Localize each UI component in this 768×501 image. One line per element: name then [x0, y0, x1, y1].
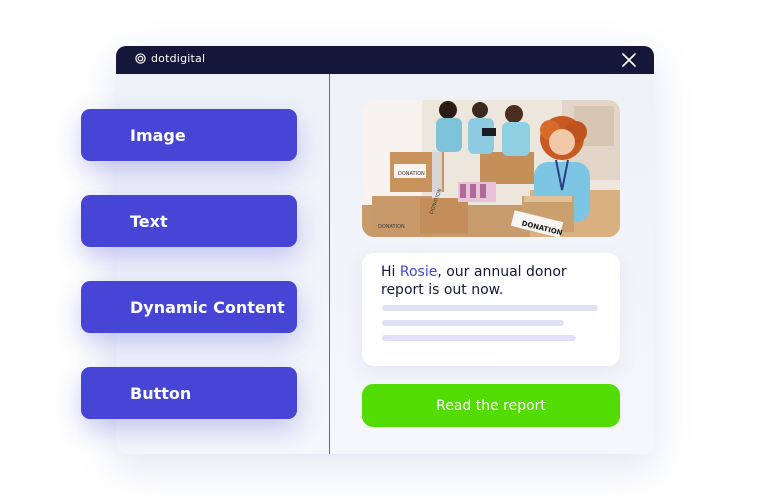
canvas: dotdigital Image Text Dynamic Content Bu… [0, 0, 768, 501]
image-block-button[interactable]: Image [81, 109, 297, 161]
dynamic-content-block-button[interactable]: Dynamic Content [81, 281, 297, 333]
text-block-button[interactable]: Text [81, 195, 297, 247]
window-titlebar: dotdigital [116, 46, 654, 74]
button-block-button[interactable]: Button [81, 367, 297, 419]
placeholder-line-3 [382, 335, 576, 341]
donation-label-bottom: DONATION [378, 224, 405, 230]
dotdigital-logo-icon [135, 53, 146, 64]
placeholder-line-1 [382, 305, 598, 311]
brand-name: dotdigital [151, 52, 206, 65]
close-icon[interactable] [622, 53, 636, 67]
donation-label-left: DONATION [398, 171, 425, 177]
read-report-label: Read the report [436, 397, 546, 414]
text-content-card[interactable]: Hi Rosie, our annual donor report is out… [362, 253, 620, 366]
brand: dotdigital [135, 52, 205, 65]
dynamic-content-block-label: Dynamic Content [130, 297, 285, 317]
placeholder-line-2 [382, 320, 564, 326]
read-report-button[interactable]: Read the report [362, 384, 620, 427]
volunteers-photo: DONATION DONATION DONATION DONATION [362, 100, 620, 237]
greeting-text: Hi Rosie, our annual donor report is out… [381, 263, 607, 299]
text-block-label: Text [130, 211, 168, 231]
recipient-name: Rosie [399, 264, 438, 280]
image-block-label: Image [130, 125, 186, 145]
greeting-prefix: Hi [381, 264, 400, 280]
preview-image[interactable]: DONATION DONATION DONATION DONATION [362, 100, 620, 237]
button-block-label: Button [130, 383, 192, 403]
